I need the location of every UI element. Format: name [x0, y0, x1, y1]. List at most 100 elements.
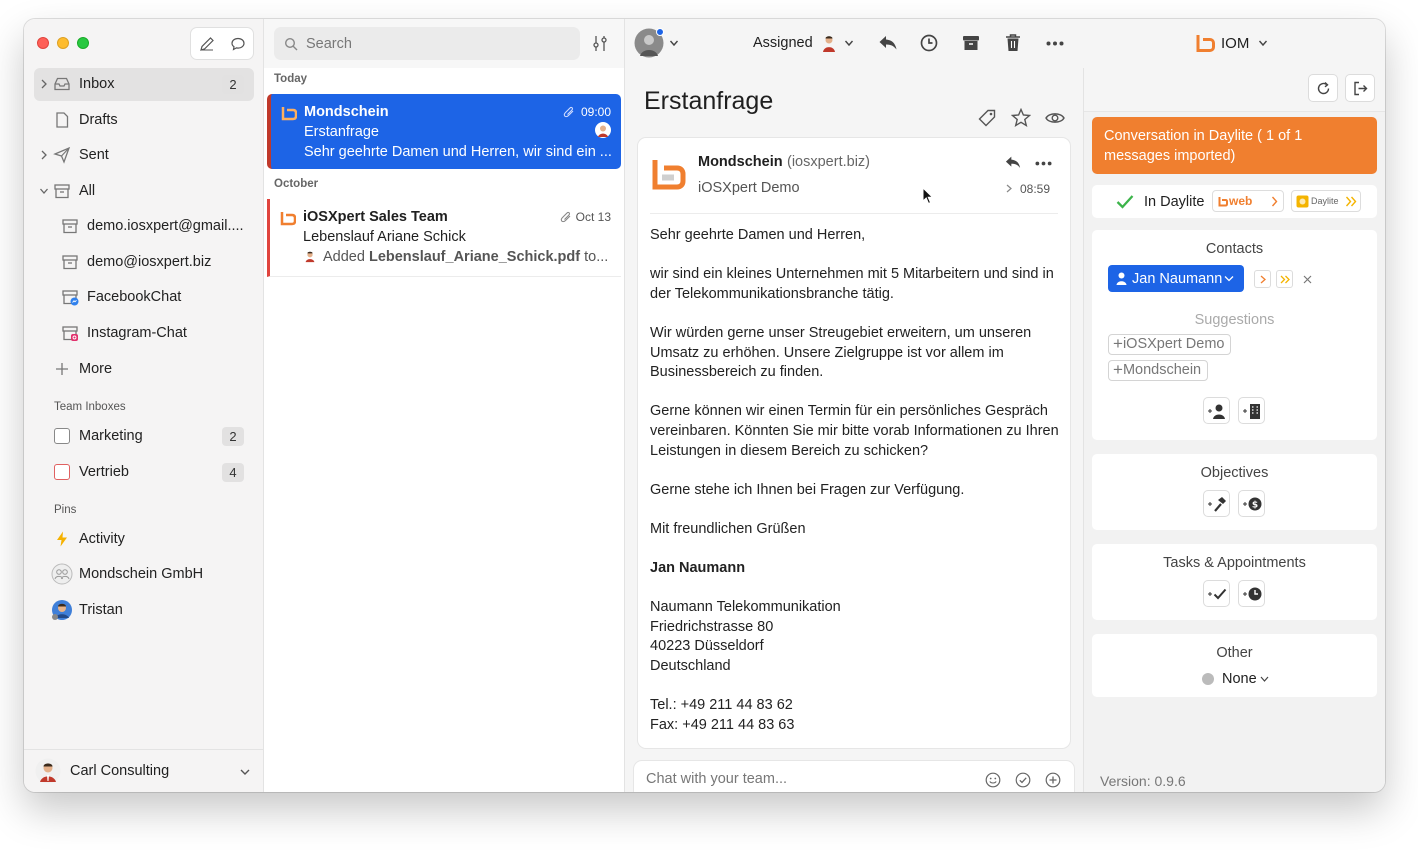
- zoom-window-button[interactable]: [77, 37, 89, 49]
- eye-icon[interactable]: [1045, 111, 1065, 125]
- open-contact-web-button[interactable]: [1254, 270, 1271, 288]
- signature-city: 40223 Düsseldorf: [650, 638, 764, 655]
- more-options-icon[interactable]: [1035, 161, 1052, 166]
- double-chevron-right-icon: [1345, 196, 1357, 207]
- conversation-item[interactable]: iOSXpert Sales Team Oct 13 Lebenslauf Ar…: [267, 199, 621, 277]
- sidebar-item-label: Drafts: [79, 112, 118, 128]
- sidebar-tools: [190, 27, 254, 60]
- minimize-window-button[interactable]: [57, 37, 69, 49]
- sidebar-item-activity[interactable]: Activity: [34, 523, 254, 556]
- reply-icon[interactable]: [878, 34, 898, 52]
- daylite-logo-icon: [1296, 195, 1309, 208]
- preview-prefix: Added: [323, 249, 369, 265]
- add-person-button[interactable]: [1203, 397, 1230, 424]
- other-select[interactable]: None: [1202, 671, 1272, 691]
- logout-button[interactable]: [1345, 74, 1375, 102]
- team-inbox-icon: [54, 464, 70, 480]
- sidebar-item-mailbox-gmail[interactable]: demo.iosxpert@gmail....: [34, 210, 254, 243]
- sidebar-item-sent[interactable]: Sent: [34, 139, 254, 172]
- archive-icon[interactable]: [962, 34, 980, 52]
- daylite-status-label: In Daylite: [1144, 194, 1205, 210]
- more-options-icon[interactable]: [1046, 41, 1064, 46]
- archive-box-icon: [54, 184, 70, 199]
- sidebar-item-instagram-chat[interactable]: Instagram-Chat: [34, 317, 254, 350]
- refresh-button[interactable]: [1308, 74, 1338, 102]
- reply-icon[interactable]: [1004, 155, 1022, 170]
- sidebar: Inbox 2 Drafts Sent All demo.iosxpert@gm…: [24, 19, 264, 792]
- conversation-title: iOSXpert Sales Team: [303, 209, 448, 225]
- contact-chip-jan-naumann[interactable]: Jan Naumann: [1108, 265, 1244, 292]
- sidebar-item-mondschein-gmbh[interactable]: Mondschein GmbH: [34, 558, 254, 591]
- emoji-icon[interactable]: [985, 772, 1001, 788]
- account-switcher[interactable]: Carl Consulting: [24, 749, 264, 792]
- avatar: [35, 758, 61, 784]
- plus-icon: +: [1113, 334, 1123, 353]
- trash-icon[interactable]: [1005, 33, 1021, 52]
- sidebar-item-facebookchat[interactable]: FacebookChat: [34, 281, 254, 314]
- open-in-daylite-button[interactable]: Daylite: [1291, 190, 1361, 212]
- sidebar-item-drafts[interactable]: Drafts: [34, 104, 254, 137]
- chat-bubble-icon[interactable]: [230, 36, 246, 52]
- sidebar-item-vertrieb[interactable]: Vertrieb 4: [34, 456, 254, 489]
- suggestions-heading: Suggestions: [1194, 312, 1275, 328]
- checkmark-circle-icon[interactable]: [1015, 772, 1031, 788]
- sidebar-item-more[interactable]: More: [34, 353, 254, 386]
- panel-header: [1084, 68, 1385, 112]
- chevron-down-icon[interactable]: [844, 39, 854, 47]
- contacts-heading: Contacts: [1205, 241, 1264, 257]
- chevron-down-icon[interactable]: [1224, 275, 1234, 282]
- chevron-right-icon[interactable]: [1006, 184, 1012, 193]
- signature-country: Deutschland: [650, 658, 731, 675]
- brand-switcher[interactable]: IOM: [1221, 35, 1249, 52]
- search-input[interactable]: [306, 35, 556, 52]
- star-icon[interactable]: [1011, 108, 1031, 127]
- sidebar-item-mailbox-biz[interactable]: demo@iosxpert.biz: [34, 246, 254, 279]
- add-appointment-button[interactable]: [1238, 580, 1265, 607]
- team-inboxes-heading: Team Inboxes: [54, 401, 126, 413]
- conversation-preview: Sehr geehrte Damen und Herren, wir sind …: [304, 144, 612, 160]
- plus-icon: +: [1113, 360, 1123, 379]
- sender-name[interactable]: Mondschein: [698, 154, 783, 170]
- add-task-button[interactable]: [1203, 580, 1230, 607]
- body-paragraph: Wir würden gerne unser Streugebiet erwei…: [650, 324, 1032, 381]
- snooze-clock-icon[interactable]: [920, 34, 938, 52]
- draft-icon: [56, 112, 69, 128]
- add-circle-icon[interactable]: [1045, 772, 1061, 788]
- assigned-filter-label[interactable]: Assigned: [753, 35, 813, 51]
- status-dot-icon: [1202, 673, 1214, 685]
- checkmark-icon: [1116, 195, 1134, 209]
- sidebar-item-inbox[interactable]: Inbox 2: [34, 68, 254, 101]
- chevron-down-icon[interactable]: [669, 39, 679, 47]
- chevron-down-icon[interactable]: [1258, 39, 1268, 47]
- suggestion-chip[interactable]: +iOSXpert Demo: [1108, 334, 1232, 355]
- chevron-down-icon[interactable]: [239, 767, 251, 777]
- sidebar-item-all[interactable]: All: [34, 175, 254, 208]
- filter-sliders-icon[interactable]: [592, 35, 608, 52]
- compose-icon[interactable]: [199, 36, 215, 52]
- remove-contact-icon[interactable]: [1303, 275, 1312, 284]
- add-project-button[interactable]: [1203, 490, 1230, 517]
- avatar[interactable]: [634, 28, 664, 58]
- preview-suffix: to...: [580, 249, 609, 265]
- body-paragraph: wir sind ein kleines Unternehmen mit 5 M…: [650, 266, 1054, 302]
- chevron-right-icon[interactable]: [39, 78, 49, 90]
- conversation-item-selected[interactable]: Mondschein 09:00 Erstanfrage Sehr geehrt…: [267, 94, 621, 169]
- add-opportunity-button[interactable]: $: [1238, 490, 1265, 517]
- tag-icon[interactable]: [978, 109, 996, 127]
- sidebar-item-marketing[interactable]: Marketing 2: [34, 420, 254, 453]
- open-contact-daylite-button[interactable]: [1276, 270, 1293, 288]
- sidebar-item-tristan[interactable]: Tristan: [34, 594, 254, 627]
- search-field[interactable]: [274, 27, 580, 60]
- avatar[interactable]: [821, 34, 837, 52]
- close-window-button[interactable]: [37, 37, 49, 49]
- suggestion-chip[interactable]: +Mondschein: [1108, 360, 1209, 381]
- chevron-down-icon[interactable]: [39, 185, 49, 197]
- add-company-button[interactable]: [1238, 397, 1265, 424]
- chevron-right-icon[interactable]: [39, 149, 49, 161]
- team-chat-input[interactable]: [646, 771, 966, 787]
- messenger-icon: [62, 290, 79, 306]
- contacts-card: Contacts Jan Naumann Suggestions +iOSXpe…: [1092, 230, 1377, 440]
- import-status-banner: Conversation in Daylite ( 1 of 1 message…: [1092, 117, 1377, 174]
- open-in-web-button[interactable]: web: [1212, 190, 1284, 212]
- message-body: Sehr geehrte Damen und Herren, wir sind …: [650, 226, 1062, 735]
